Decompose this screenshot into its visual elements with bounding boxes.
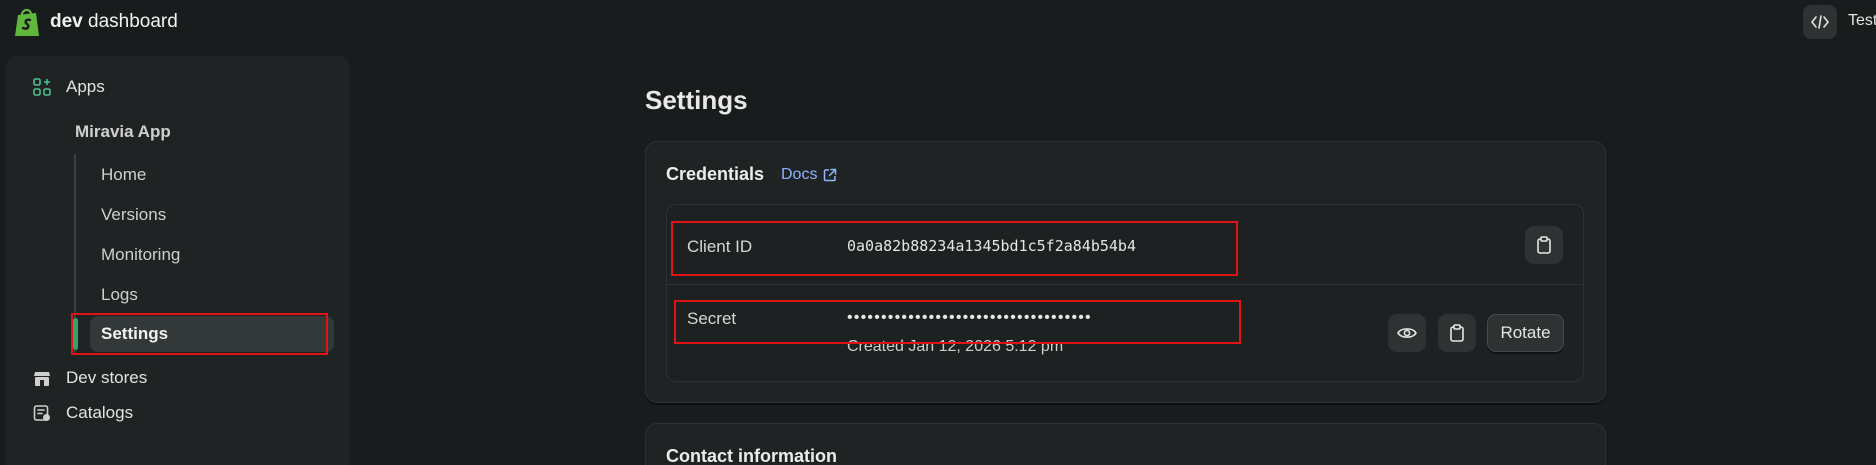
store-icon (32, 368, 52, 388)
rotate-secret-button[interactable]: Rotate (1487, 314, 1564, 352)
clipboard-icon (1450, 324, 1464, 342)
copy-secret-button[interactable] (1438, 314, 1476, 352)
brand[interactable]: dev dashboard (12, 6, 178, 38)
sidebar-item-home[interactable]: Home (101, 165, 146, 185)
brand-title: dev dashboard (50, 11, 178, 32)
contact-title: Contact information (666, 446, 837, 465)
sidebar-item-label: Catalogs (66, 403, 134, 422)
sidebar-item-label: Dev stores (66, 368, 148, 387)
apps-icon (32, 77, 52, 97)
sidebar-item-monitoring[interactable]: Monitoring (101, 245, 180, 265)
sidebar: Apps Miravia App Home Versions Monitorin… (6, 56, 350, 465)
sidebar-item-apps[interactable]: Apps (32, 77, 105, 97)
sidebar-item-catalogs[interactable]: Catalogs (32, 403, 133, 423)
highlight-box (671, 221, 1238, 276)
store-label[interactable]: Test (1848, 12, 1876, 30)
divider (667, 284, 1583, 285)
docs-link[interactable]: Docs (781, 166, 837, 184)
shopify-bag-icon (15, 8, 39, 36)
reveal-secret-button[interactable] (1388, 314, 1426, 352)
sidebar-item-logs[interactable]: Logs (101, 285, 138, 305)
highlight-box (71, 313, 328, 355)
catalog-icon (32, 403, 52, 423)
external-link-icon (824, 168, 837, 182)
sidebar-item-versions[interactable]: Versions (101, 205, 166, 225)
copy-client-id-button[interactable] (1525, 226, 1563, 264)
eye-icon (1397, 328, 1417, 338)
page-title: Settings (645, 85, 748, 115)
code-icon (1811, 15, 1829, 29)
top-bar: dev dashboard Test (0, 0, 1876, 46)
docs-link-label: Docs (781, 166, 818, 183)
highlight-box (674, 300, 1241, 344)
clipboard-icon (1537, 236, 1551, 254)
sidebar-item-label: Apps (66, 77, 105, 96)
code-view-button[interactable] (1803, 5, 1837, 39)
app-name[interactable]: Miravia App (75, 122, 171, 142)
sidebar-item-dev-stores[interactable]: Dev stores (32, 368, 147, 388)
credentials-title: Credentials (666, 164, 765, 184)
